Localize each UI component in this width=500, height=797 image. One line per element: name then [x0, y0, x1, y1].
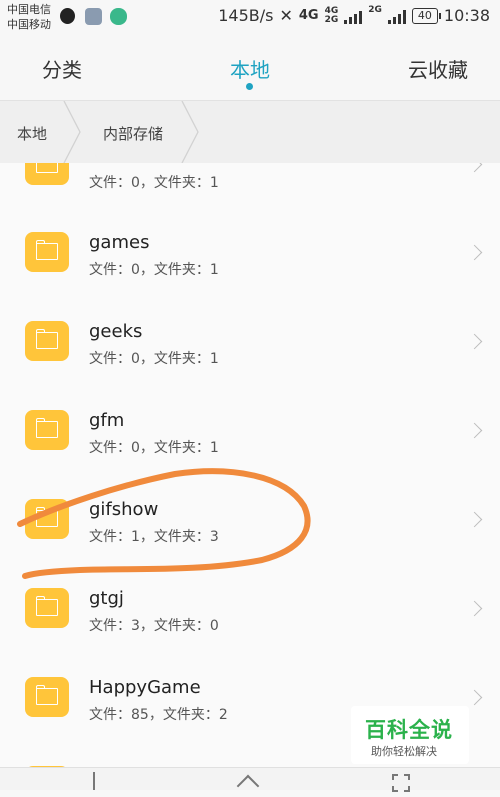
- select-icon[interactable]: [236, 774, 260, 797]
- add-icon[interactable]: [93, 772, 109, 790]
- more-icon[interactable]: [392, 774, 410, 792]
- annotation-circle: [17, 468, 311, 579]
- watermark-title: 百科全说: [365, 718, 453, 742]
- watermark-subtitle: 助你轻松解决: [371, 745, 437, 758]
- bottom-toolbar: [0, 767, 500, 797]
- watermark-logo: 百科全说 助你轻松解决: [351, 706, 469, 764]
